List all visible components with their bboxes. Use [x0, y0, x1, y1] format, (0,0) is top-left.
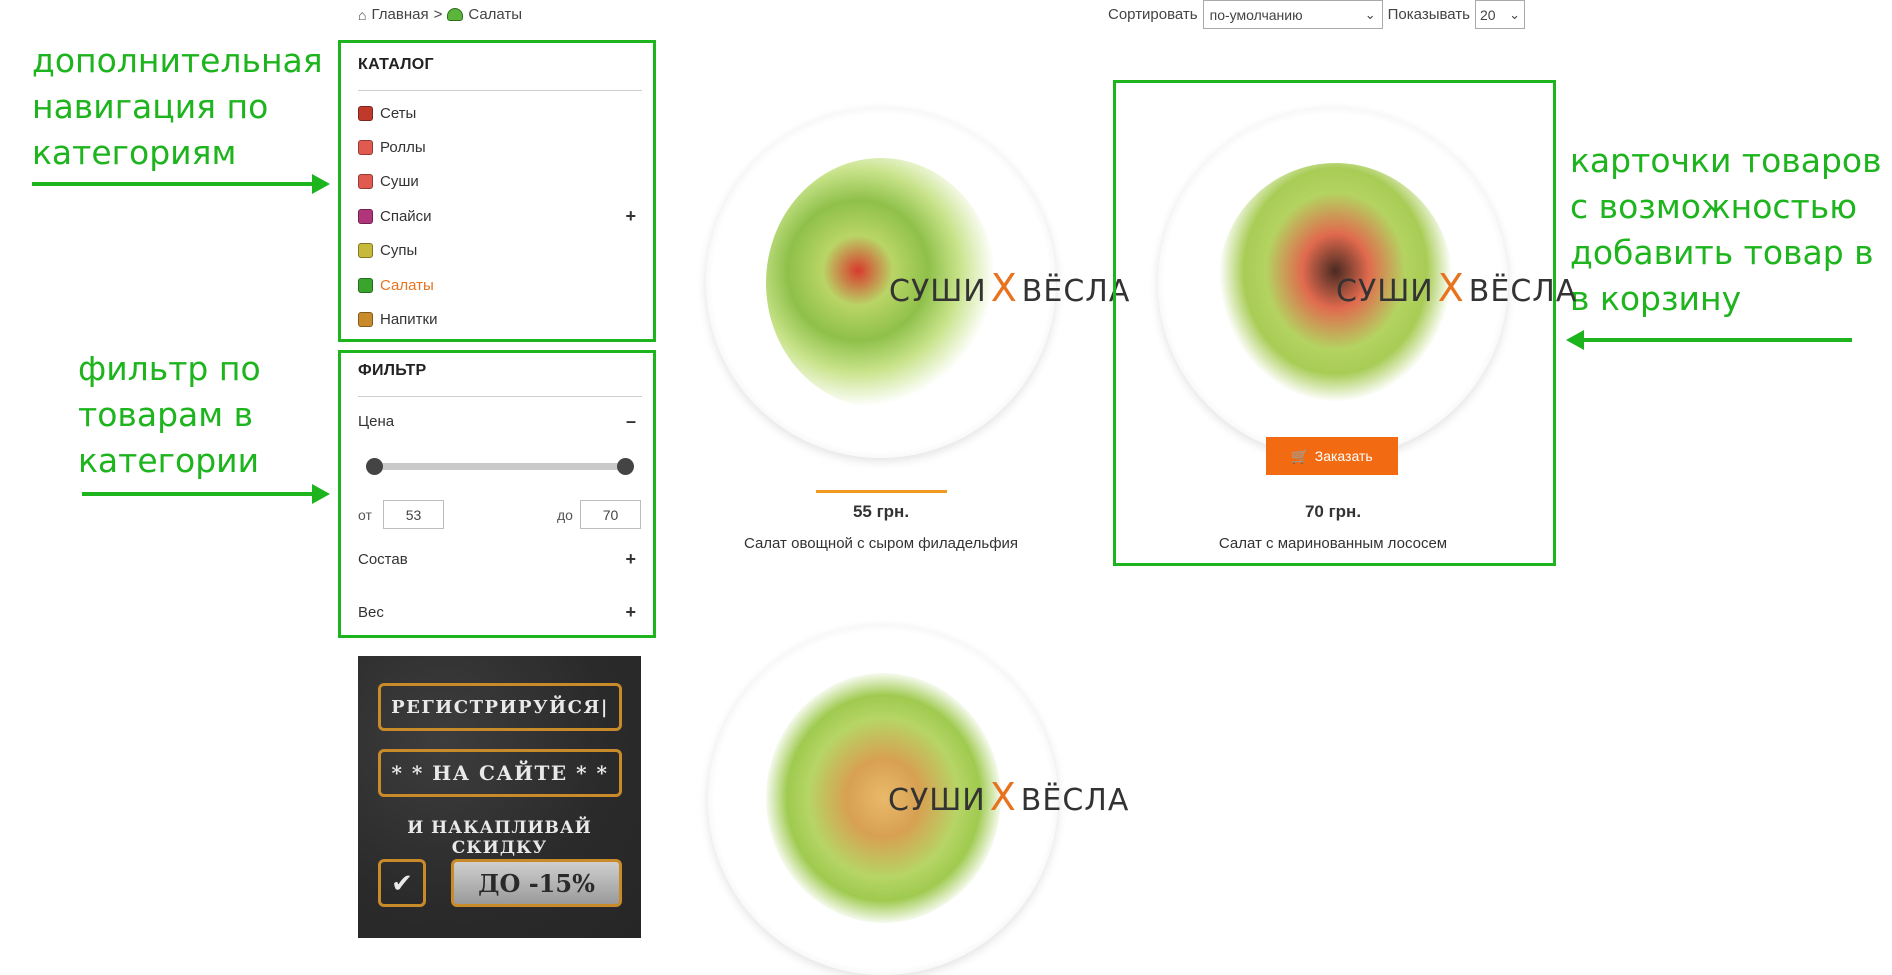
breadcrumb-separator: >	[433, 6, 443, 23]
home-icon[interactable]: ⌂	[358, 7, 366, 23]
spicy-icon	[358, 208, 373, 224]
sidebar-item-salad[interactable]: Салаты	[358, 268, 642, 302]
promo-accumulate-text: И НАКАПЛИВАЙ СКИДКУ	[407, 818, 592, 858]
drink-icon	[358, 312, 373, 328]
product-card-3[interactable]: СУШИ X ВЁСЛА	[708, 625, 1128, 975]
order-button[interactable]: 🛒 Заказать	[1266, 437, 1398, 475]
show-label: Показывать	[1387, 6, 1470, 23]
sidebar-item-label: Суши	[380, 173, 419, 191]
catalog-divider	[358, 90, 642, 91]
filter-divider	[358, 396, 642, 397]
breadcrumb-current: Салаты	[468, 6, 523, 23]
promo-register-field: РЕГИСТРИРУЙСЯ|	[378, 683, 622, 731]
promo-banner[interactable]: РЕГИСТРИРУЙСЯ| * * НА САЙТЕ * * И НАКАПЛ…	[358, 656, 641, 938]
sort-select[interactable]: по-умолчанию ⌄	[1202, 0, 1383, 29]
annotation-arrow-nav	[32, 174, 330, 194]
price-label: Цена	[358, 413, 395, 430]
price-from-input[interactable]: 53	[383, 500, 444, 529]
price-to-input[interactable]: 70	[580, 500, 641, 529]
roll-icon	[358, 140, 373, 156]
expand-icon[interactable]: +	[625, 602, 636, 623]
promo-discount: ДО -15%	[451, 859, 622, 907]
price-slider-max-handle[interactable]	[617, 458, 634, 475]
price-slider-track[interactable]	[374, 463, 626, 470]
sidebar-item-sushi-set[interactable]: Сеты	[358, 96, 642, 130]
salad-icon	[447, 8, 464, 21]
annotation-arrow-cards	[1566, 330, 1852, 350]
sidebar-item-label: Сеты	[380, 104, 417, 122]
catalog-list: Сеты Роллы Суши Спайси + Супы Салаты Напитки	[358, 96, 642, 337]
sidebar-item-sushi[interactable]: Суши	[358, 165, 642, 199]
catalog-panel: КАТАЛОГ Сеты Роллы Суши Спайси + Супы Салаты На…	[358, 56, 642, 337]
watermark-logo: СУШИ X ВЁСЛА	[1336, 266, 1578, 310]
sort-select-value: по-умолчанию	[1209, 6, 1303, 23]
chevron-down-icon: ⌄	[1364, 6, 1376, 22]
product-1-name[interactable]: Салат овощной с сыром филадельфия	[706, 535, 1056, 552]
sidebar-item-label: Супы	[380, 242, 418, 260]
sidebar-item-label: Салаты	[380, 276, 434, 294]
sort-bar: Сортировать по-умолчанию ⌄ Показывать 20…	[1108, 0, 1525, 29]
composition-filter-header[interactable]: Состав +	[358, 549, 642, 570]
product-2-name[interactable]: Салат с маринованным лососем	[1158, 535, 1508, 552]
sidebar-item-label: Роллы	[380, 139, 426, 157]
sidebar-item-label: Спайси	[380, 207, 432, 225]
product-card-1[interactable]: СУШИ X ВЁСЛА	[706, 108, 1129, 458]
salad-icon	[358, 277, 373, 293]
annotation-nav: дополнительная навигация по категориям	[32, 41, 323, 172]
checkmark-icon: ✔	[378, 859, 426, 907]
expand-icon[interactable]: +	[625, 549, 636, 570]
filter-title: ФИЛЬТР	[358, 362, 427, 379]
price-to-label: до	[557, 507, 573, 523]
product-card-2[interactable]: СУШИ X ВЁСЛА	[1158, 108, 1576, 458]
order-button-label: Заказать	[1314, 448, 1373, 464]
watermark-logo: СУШИ X ВЁСЛА	[888, 775, 1130, 819]
weight-filter-header[interactable]: Вес +	[358, 602, 642, 623]
filter-panel: ФИЛЬТР Цена –	[358, 362, 642, 432]
price-filter-header[interactable]: Цена –	[358, 411, 642, 432]
breadcrumb: ⌂ Главная > Салаты	[358, 6, 522, 23]
hover-underline	[816, 490, 947, 493]
annotation-cards: карточки товаров с возможностью добавить…	[1570, 141, 1882, 318]
annotation-filter: фильтр по товарам в категории	[78, 349, 261, 480]
cart-icon: 🛒	[1291, 447, 1309, 464]
soup-icon	[358, 243, 373, 259]
product-1-price: 55 грн.	[852, 502, 910, 521]
breadcrumb-home-link[interactable]: Главная	[371, 6, 428, 23]
chevron-down-icon: ⌄	[1509, 6, 1520, 22]
price-from-label: от	[358, 507, 372, 523]
watermark-logo: СУШИ X ВЁСЛА	[889, 266, 1131, 310]
sushi-set-icon	[358, 105, 373, 121]
sort-label: Сортировать	[1108, 6, 1198, 23]
expand-icon[interactable]: +	[625, 206, 636, 227]
catalog-title: КАТАЛОГ	[358, 56, 434, 73]
sidebar-item-soup[interactable]: Супы	[358, 234, 642, 268]
sidebar-item-label: Напитки	[380, 311, 438, 329]
weight-label: Вес	[358, 604, 384, 621]
product-2-price: 70 грн.	[1304, 502, 1362, 521]
show-count-select[interactable]: 20 ⌄	[1474, 0, 1525, 29]
sushi-icon	[358, 174, 373, 190]
show-count-value: 20	[1479, 6, 1496, 23]
sidebar-item-drink[interactable]: Напитки	[358, 302, 642, 336]
promo-site-field: * * НА САЙТЕ * *	[378, 749, 622, 797]
sidebar-item-spicy[interactable]: Спайси +	[358, 199, 642, 233]
sidebar-item-roll[interactable]: Роллы	[358, 130, 642, 164]
collapse-icon[interactable]: –	[626, 411, 636, 432]
price-slider-min-handle[interactable]	[366, 458, 383, 475]
composition-label: Состав	[358, 551, 408, 568]
annotation-arrow-filter	[82, 484, 330, 504]
